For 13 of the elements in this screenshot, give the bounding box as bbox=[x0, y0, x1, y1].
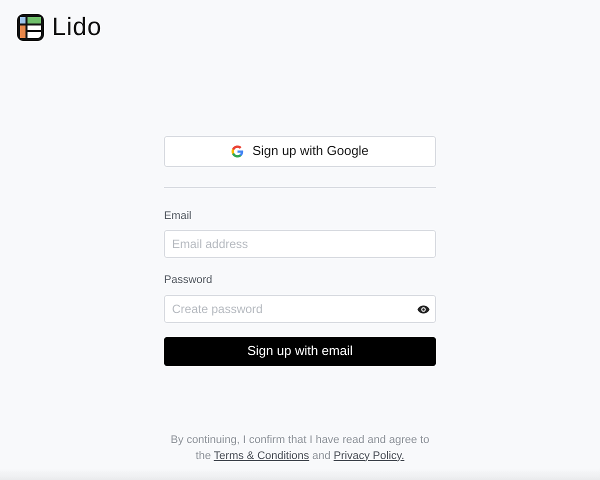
google-signup-button[interactable]: Sign up with Google bbox=[164, 136, 436, 166]
logo-icon bbox=[17, 14, 44, 42]
legal-notice: By continuing, I confirm that I have read and agree to the Terms & Conditions and Privacy Policy. bbox=[170, 432, 430, 464]
field-label: Email bbox=[164, 208, 193, 224]
field-label: Password bbox=[164, 273, 214, 288]
brand-name: Lido bbox=[52, 12, 102, 43]
email-signup-button[interactable]: Sign up with email bbox=[164, 336, 436, 366]
terms-link[interactable]: Terms & Conditions bbox=[214, 450, 310, 462]
google-icon bbox=[231, 144, 244, 158]
show-password-icon[interactable] bbox=[417, 304, 430, 314]
password-field[interactable]: Create password bbox=[164, 294, 436, 322]
email-field[interactable]: Email address bbox=[164, 230, 436, 258]
privacy-link[interactable]: Privacy Policy. bbox=[334, 450, 404, 462]
